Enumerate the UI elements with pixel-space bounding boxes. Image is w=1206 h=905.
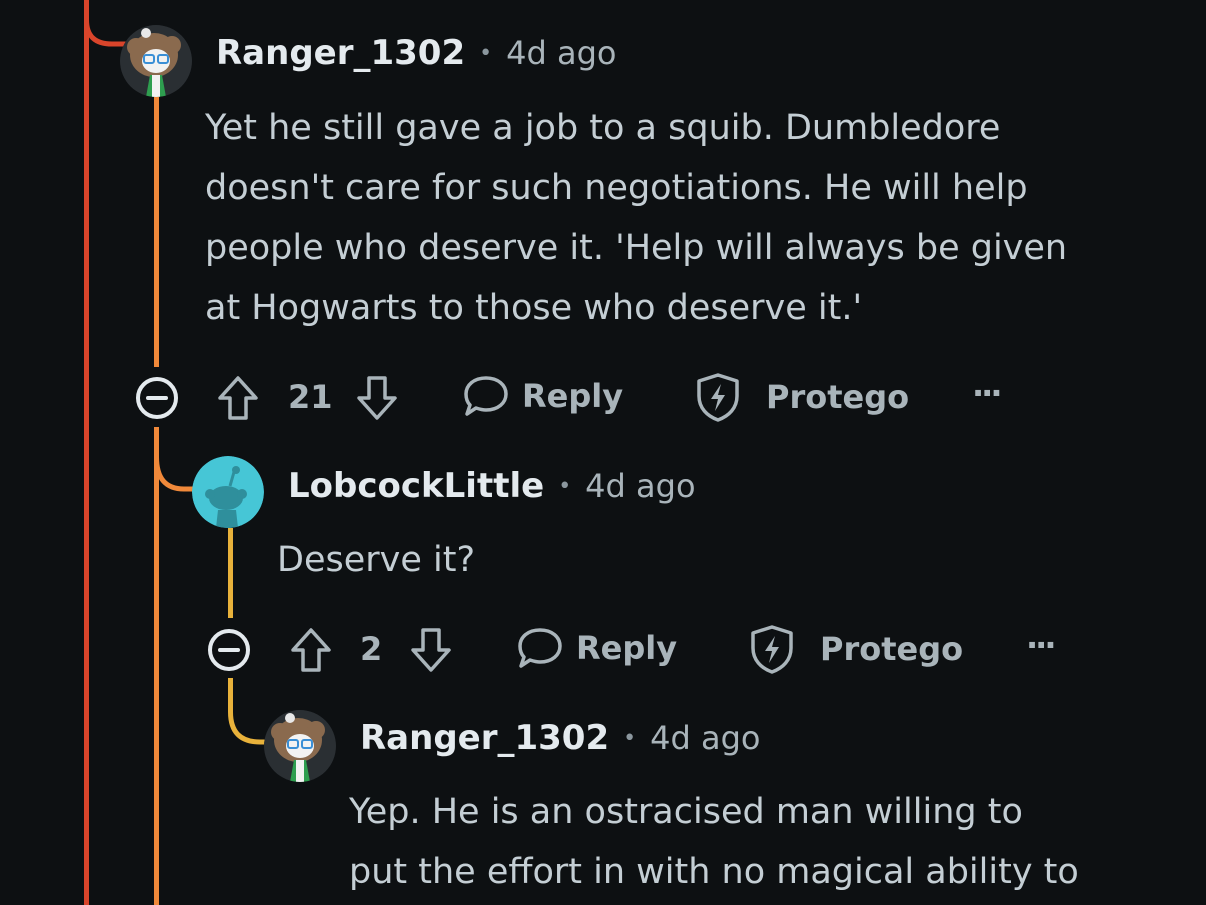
more-options-button[interactable]: ··· (1026, 626, 1057, 664)
thread-line-level-0 (84, 0, 89, 905)
comment-line: Yep. He is an ostracised man willing to (349, 792, 1023, 832)
user-avatar[interactable] (192, 456, 264, 528)
comment-username[interactable]: Ranger_1302 (360, 718, 609, 758)
comment-line: doesn't care for such negotiations. He w… (205, 168, 1028, 208)
more-options-button[interactable]: ··· (972, 374, 1003, 412)
upvote-button[interactable] (289, 626, 333, 674)
user-avatar[interactable] (120, 25, 192, 97)
comment-line: put the effort in with no magical abilit… (349, 852, 1079, 892)
comment-timestamp: 4d ago (585, 467, 696, 505)
comment-username[interactable]: Ranger_1302 (216, 33, 465, 73)
thread-line-level-1b (154, 427, 159, 905)
collapse-button[interactable] (134, 375, 180, 421)
downvote-button[interactable] (409, 626, 453, 674)
thread-line-level-2a (228, 528, 233, 618)
reply-button[interactable]: Reply (516, 624, 677, 672)
bearded-snoo-avatar-icon (264, 710, 336, 782)
meta-separator: • (558, 473, 572, 499)
vote-count: 2 (360, 630, 383, 668)
downvote-arrow-icon (357, 376, 397, 420)
protego-button[interactable]: Protego (694, 372, 909, 422)
comment-body: Yet he still gave a job to a squib. Dumb… (205, 98, 1195, 338)
collapse-icon (136, 377, 178, 419)
downvote-arrow-icon (411, 628, 451, 672)
speech-bubble-icon (464, 376, 508, 416)
comment-line: at Hogwarts to those who deserve it.' (205, 288, 863, 328)
protego-button[interactable]: Protego (748, 624, 963, 674)
protego-label: Protego (820, 630, 964, 668)
user-avatar[interactable] (264, 710, 336, 782)
comment-body: Deserve it? (277, 530, 1177, 590)
comment-line: Deserve it? (277, 540, 476, 580)
reply-label: Reply (522, 377, 624, 415)
upvote-arrow-icon (218, 376, 258, 420)
comment-body: Yep. He is an ostracised man willing to … (349, 782, 1189, 902)
comment-timestamp: 4d ago (506, 34, 617, 72)
upvote-arrow-icon (291, 628, 331, 672)
shield-lightning-icon (697, 373, 739, 422)
vote-count: 21 (288, 378, 333, 416)
collapse-icon (208, 629, 250, 671)
default-snoo-avatar-icon (192, 456, 264, 528)
downvote-button[interactable] (355, 374, 399, 422)
collapse-button[interactable] (206, 627, 252, 673)
bearded-snoo-avatar-icon (120, 25, 192, 97)
comment-line: people who deserve it. 'Help will always… (205, 228, 1068, 268)
shield-lightning-icon (751, 625, 793, 674)
upvote-button[interactable] (216, 374, 260, 422)
comment-line: Yet he still gave a job to a squib. Dumb… (205, 108, 1001, 148)
reply-label: Reply (576, 629, 678, 667)
meta-separator: • (623, 725, 637, 751)
reply-button[interactable]: Reply (462, 372, 623, 420)
protego-label: Protego (766, 378, 910, 416)
comment-timestamp: 4d ago (650, 719, 761, 757)
meta-separator: • (479, 40, 493, 66)
thread-line-level-1a (154, 92, 159, 367)
speech-bubble-icon (518, 628, 562, 668)
comment-username[interactable]: LobcockLittle (288, 466, 544, 506)
